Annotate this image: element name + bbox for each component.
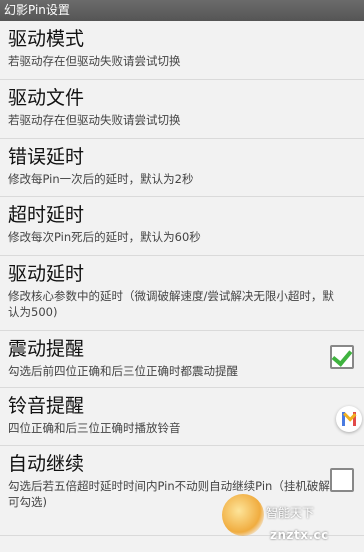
setting-drive-file[interactable]: 驱动文件 若驱动存在但驱动失败请尝试切换 bbox=[0, 80, 364, 139]
m-logo-icon bbox=[342, 412, 356, 426]
setting-title: 错误延时 bbox=[8, 146, 85, 168]
watermark-top-text: 智能天下 bbox=[266, 506, 315, 520]
setting-summary: 修改核心参数中的延时（微调破解速度/尝试解决无限小超时，默认为500) bbox=[8, 289, 334, 319]
settings-list[interactable]: 驱动模式 若驱动存在但驱动失败请尝试切换 驱动文件 若驱动存在但驱动失败请尝试切… bbox=[0, 21, 364, 552]
watermark: 智能天下 znztx.cc bbox=[222, 492, 362, 550]
setting-summary: 四位正确和后三位正确时播放铃音 bbox=[8, 421, 181, 435]
setting-ringtone-alert[interactable]: 铃音提醒 四位正确和后三位正确时播放铃音 bbox=[0, 388, 364, 446]
setting-summary: 修改每Pin一次后的延时，默认为2秒 bbox=[8, 172, 194, 186]
setting-title: 震动提醒 bbox=[8, 338, 85, 360]
watermark-url-text: znztx.cc bbox=[270, 528, 329, 542]
setting-title: 驱动延时 bbox=[8, 263, 85, 285]
vibrate-alert-checkbox[interactable] bbox=[330, 345, 354, 369]
setting-title: 超时延时 bbox=[8, 204, 85, 226]
floating-assistant-icon[interactable] bbox=[336, 406, 362, 432]
setting-summary: 勾选后前四位正确和后三位正确时都震动提醒 bbox=[8, 364, 238, 378]
window-title: 幻影Pin设置 bbox=[4, 3, 70, 17]
setting-title: 铃音提醒 bbox=[8, 395, 85, 417]
setting-title: 驱动模式 bbox=[8, 28, 85, 50]
setting-title: 自动继续 bbox=[8, 453, 85, 475]
setting-summary: 若驱动存在但驱动失败请尝试切换 bbox=[8, 113, 181, 127]
setting-vibrate-alert[interactable]: 震动提醒 勾选后前四位正确和后三位正确时都震动提醒 bbox=[0, 331, 364, 388]
setting-summary: 修改每次Pin死后的延时，默认为60秒 bbox=[8, 230, 201, 244]
checkmark-icon bbox=[331, 345, 353, 367]
watermark-logo-icon bbox=[222, 494, 264, 536]
setting-summary: 若驱动存在但驱动失败请尝试切换 bbox=[8, 54, 181, 68]
setting-error-delay[interactable]: 错误延时 修改每Pin一次后的延时，默认为2秒 bbox=[0, 139, 364, 197]
setting-title: 驱动文件 bbox=[8, 87, 85, 109]
setting-driver-delay[interactable]: 驱动延时 修改核心参数中的延时（微调破解速度/尝试解决无限小超时，默认为500) bbox=[0, 256, 364, 331]
auto-continue-checkbox[interactable] bbox=[330, 468, 354, 492]
window-title-bar: 幻影Pin设置 bbox=[0, 0, 364, 21]
setting-timeout-delay[interactable]: 超时延时 修改每次Pin死后的延时，默认为60秒 bbox=[0, 197, 364, 256]
setting-drive-mode[interactable]: 驱动模式 若驱动存在但驱动失败请尝试切换 bbox=[0, 21, 364, 80]
